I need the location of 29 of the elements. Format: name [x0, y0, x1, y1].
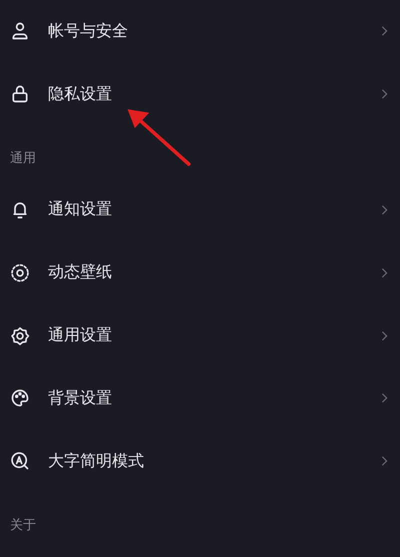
section-title: 通用 [10, 150, 36, 168]
chevron-icon [381, 204, 388, 216]
item-label: 帐号与安全 [48, 20, 129, 42]
settings-icon [10, 326, 30, 346]
settings-item[interactable]: 帐号与安全 [0, 0, 400, 63]
settings-item[interactable]: 大字简明模式 [0, 430, 400, 493]
person-icon [10, 21, 30, 42]
item-label: 动态壁纸 [48, 262, 113, 284]
settings-item[interactable]: 通用设置 [0, 304, 400, 367]
item-label: 通用设置 [48, 325, 113, 346]
settings-item[interactable]: 背景设置 [0, 366, 400, 430]
settings-item[interactable]: 通知设置 [0, 178, 400, 242]
settings-item[interactable]: 隐私设置 [0, 62, 400, 126]
lock-icon [10, 84, 30, 104]
chevron-icon [381, 392, 388, 404]
letter-magnifier-icon [10, 451, 30, 472]
chevron-icon [381, 330, 388, 342]
chevron-icon [381, 88, 388, 100]
chevron-icon [381, 455, 388, 468]
chevron-icon [381, 266, 388, 279]
section-title: 关于 [10, 517, 36, 534]
item-label: 通知设置 [48, 199, 113, 220]
item-label: 隐私设置 [48, 84, 113, 105]
settings-item[interactable]: 动态壁纸 [0, 241, 400, 304]
item-label: 大字简明模式 [48, 450, 145, 472]
item-label: 背景设置 [48, 388, 113, 409]
ring-icon [10, 262, 30, 283]
chevron-icon [381, 25, 388, 38]
palette-icon [10, 388, 30, 408]
